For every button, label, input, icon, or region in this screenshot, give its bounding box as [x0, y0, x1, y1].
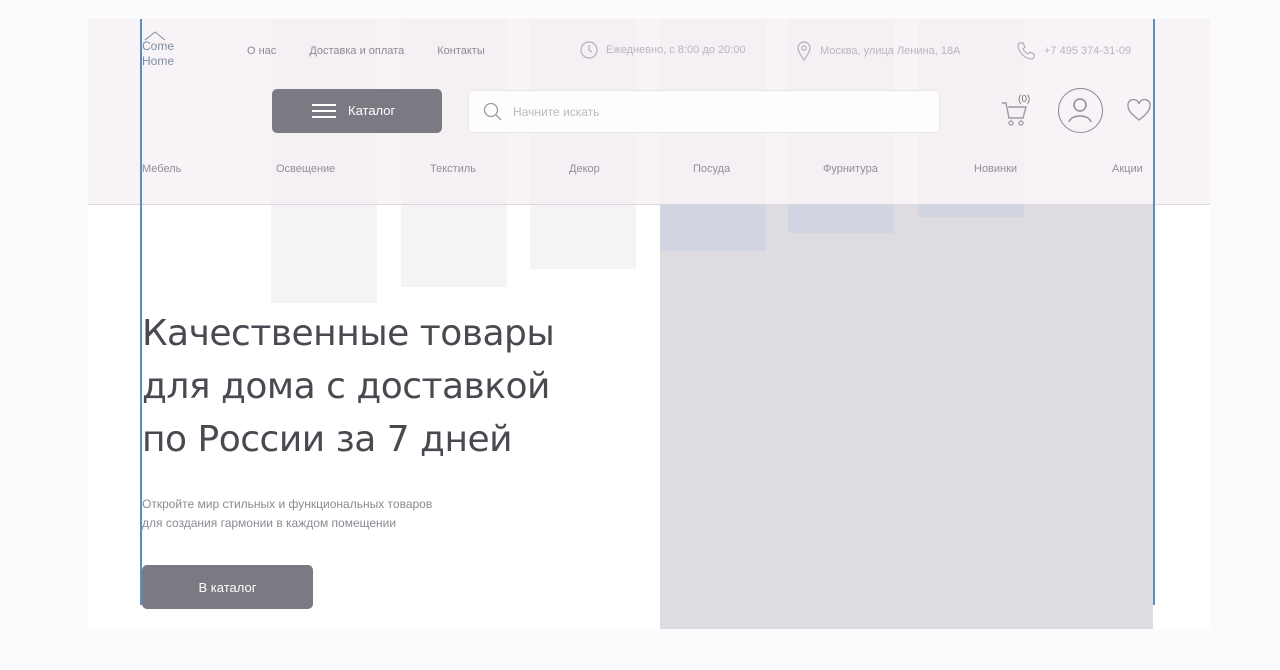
hero-image: [660, 205, 1153, 629]
logo-line-2: Home: [142, 54, 175, 68]
logo-line-1: Come: [142, 39, 175, 53]
category-decor[interactable]: Декор: [569, 163, 600, 175]
address-text: Москва, улица Ленина, 18А: [820, 45, 961, 57]
favorites-button[interactable]: [1126, 98, 1152, 128]
right-guide-line: [1153, 19, 1155, 605]
hero-title-line-1: Качественные товары: [142, 313, 555, 354]
hero-title-line-3: по России за 7 дней: [142, 419, 513, 460]
category-furniture[interactable]: Мебель: [142, 163, 181, 175]
top-links: О нас Доставка и оплата Контакты: [247, 45, 485, 57]
category-sales[interactable]: Акции: [1112, 163, 1143, 175]
cart-count: (0): [1018, 94, 1031, 105]
go-to-catalog-button[interactable]: В каталог: [142, 565, 313, 609]
hero-title: Качественные товары для дома с доставкой…: [142, 307, 612, 466]
left-guide-line: [140, 19, 142, 605]
working-hours-text: Ежедневно, с 8:00 до 20:00: [606, 44, 746, 56]
phone-text: +7 495 374-31-09: [1044, 45, 1132, 57]
top-link-delivery[interactable]: Доставка и оплата: [309, 45, 404, 57]
clock-icon: [580, 41, 598, 59]
top-link-about[interactable]: О нас: [247, 45, 276, 57]
phone[interactable]: +7 495 374-31-09: [1016, 41, 1131, 61]
catalog-button-label: Каталог: [348, 103, 396, 118]
working-hours: Ежедневно, с 8:00 до 20:00: [580, 41, 745, 59]
user-icon: [1068, 98, 1092, 123]
burger-menu-icon: [312, 104, 336, 118]
hero-subtitle-line-1: Откройте мир стильных и функциональных т…: [142, 497, 433, 511]
catalog-button[interactable]: Каталог: [272, 89, 442, 133]
top-link-contacts[interactable]: Контакты: [437, 45, 485, 57]
roof-icon: [144, 31, 166, 41]
cart-button[interactable]: (0): [1000, 94, 1030, 132]
category-tableware[interactable]: Посуда: [693, 163, 730, 175]
search-icon: [483, 102, 502, 120]
search-bar: [468, 90, 940, 133]
category-fittings[interactable]: Фурнитура: [823, 163, 878, 175]
hero-title-line-2: для дома с доставкой: [142, 366, 550, 407]
account-button[interactable]: [1058, 88, 1103, 133]
category-textile[interactable]: Текстиль: [430, 163, 476, 175]
hero-subtitle-line-2: для создания гармонии в каждом помещении: [142, 516, 397, 530]
logo[interactable]: Come Home: [142, 31, 175, 69]
hero-subtitle: Откройте мир стильных и функциональных т…: [142, 495, 432, 533]
phone-icon: [1017, 42, 1035, 60]
search-input[interactable]: [513, 104, 913, 119]
category-new[interactable]: Новинки: [974, 163, 1017, 175]
location-pin-icon: [797, 41, 811, 61]
heart-icon: [1127, 98, 1151, 121]
category-lighting[interactable]: Освещение: [276, 163, 335, 175]
page-frame: Come Home О нас Доставка и оплата Контак…: [88, 19, 1210, 629]
address: Москва, улица Ленина, 18А: [796, 41, 960, 61]
